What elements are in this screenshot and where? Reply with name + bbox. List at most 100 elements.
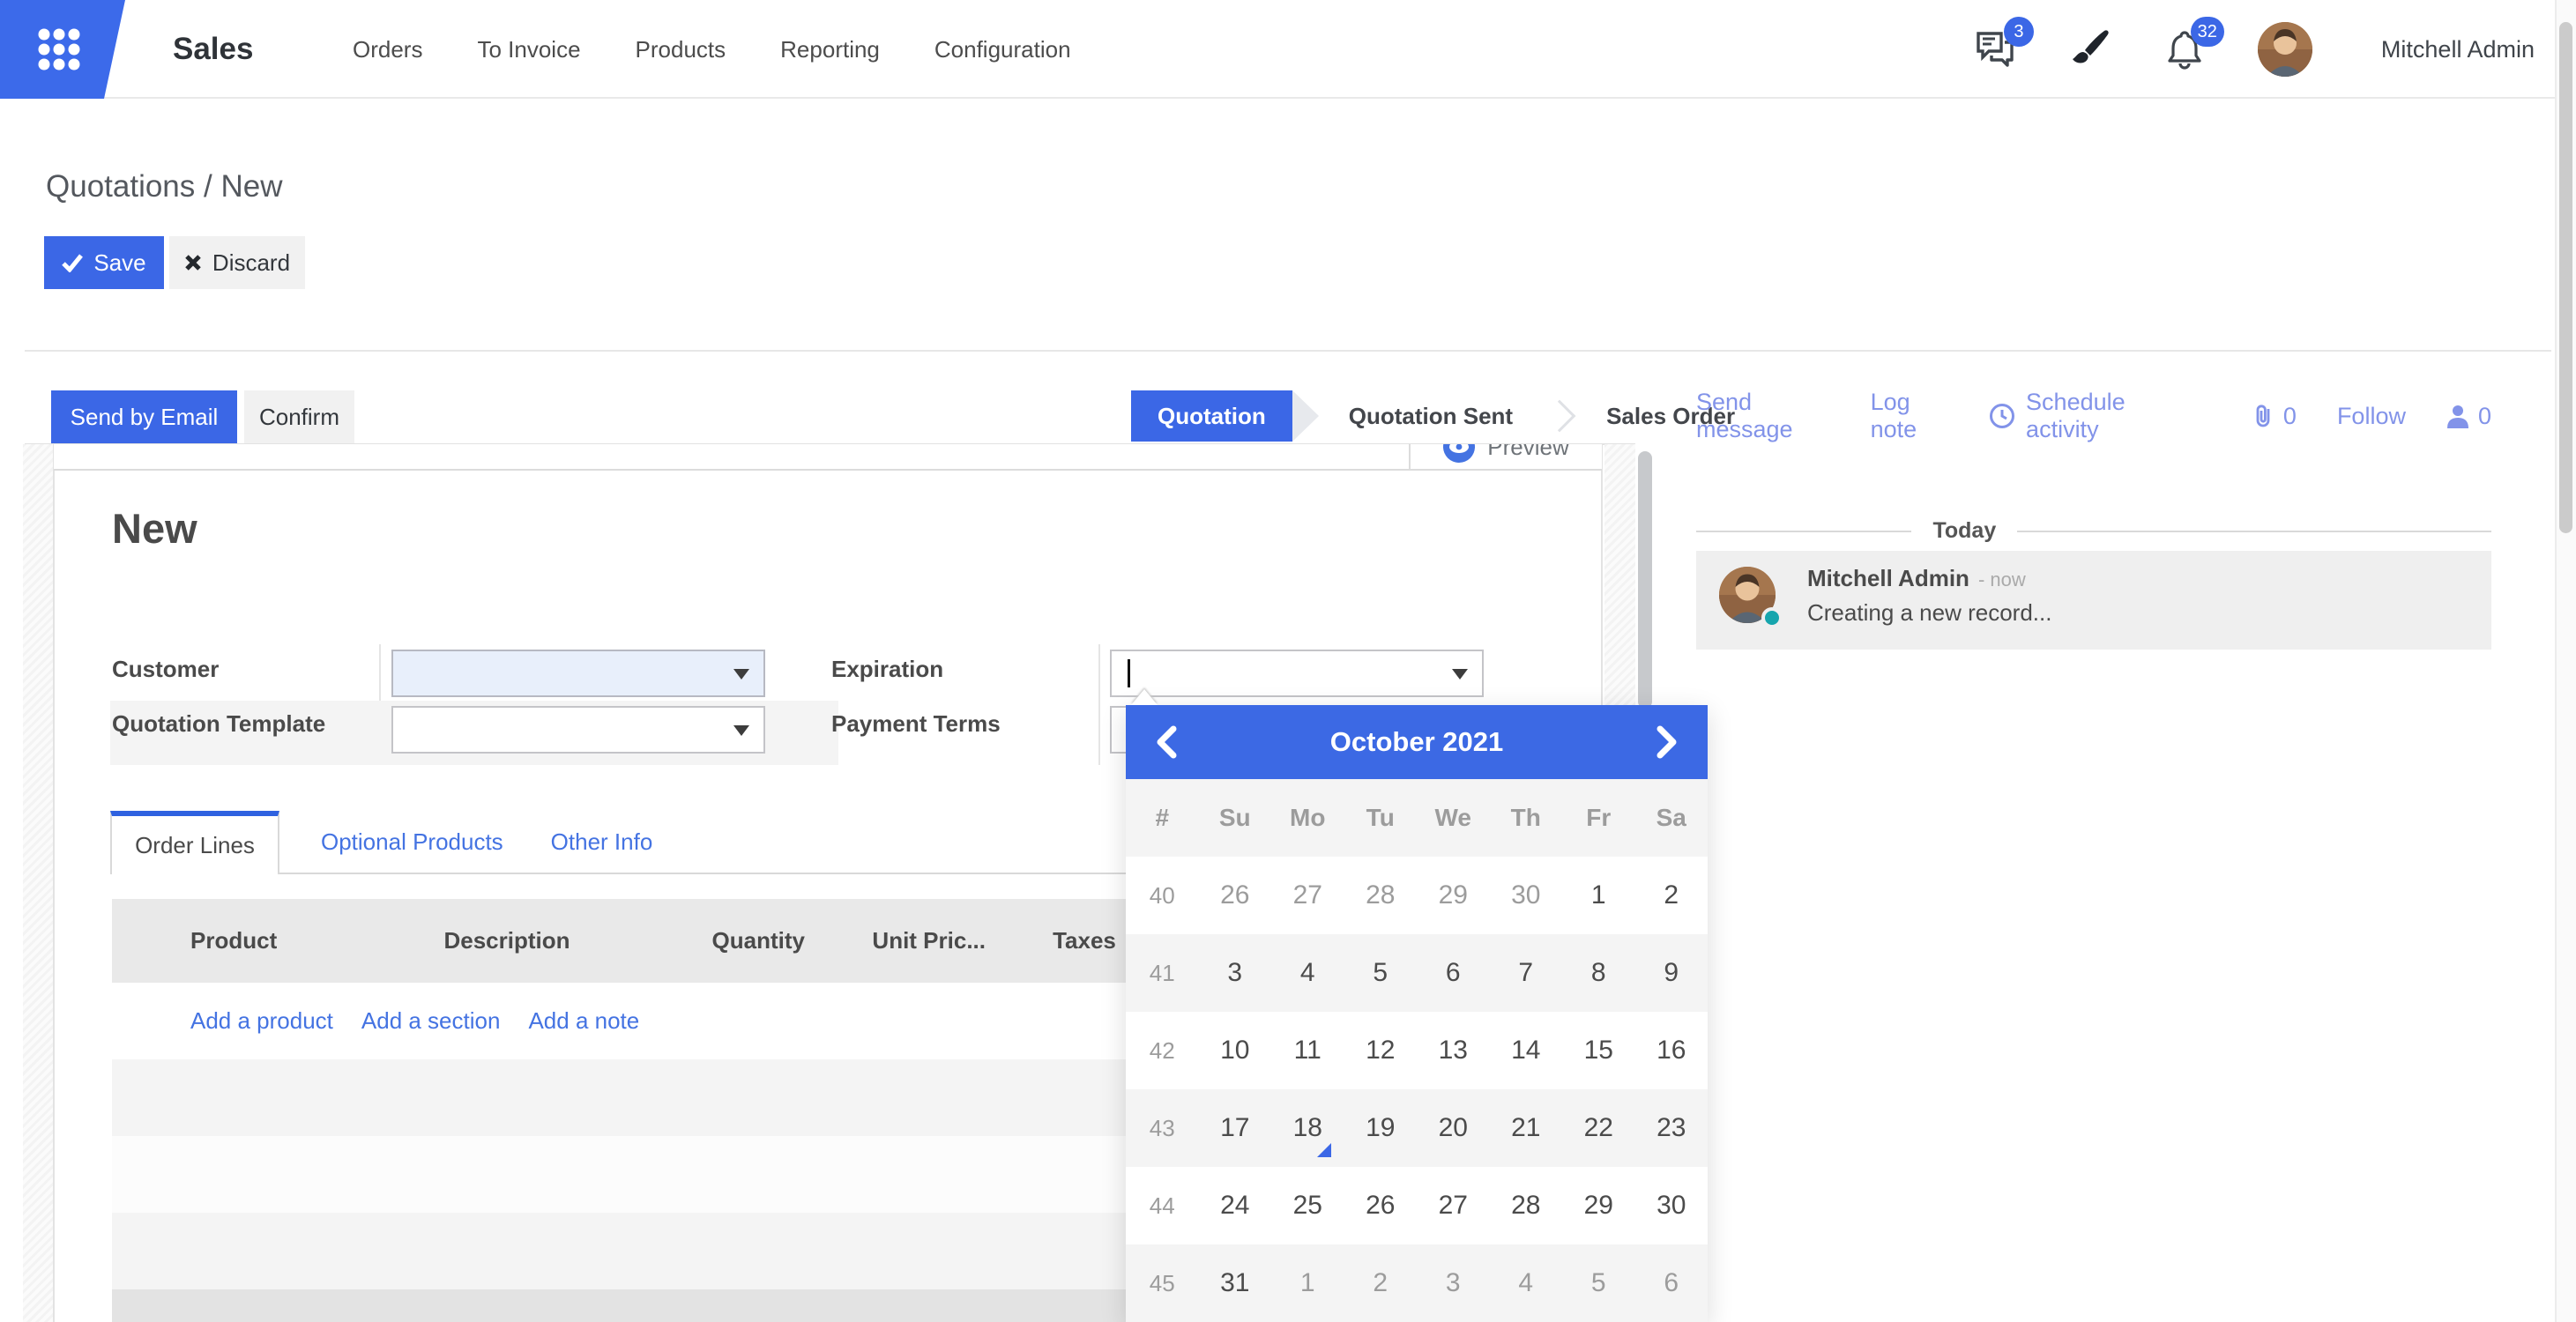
calendar-day[interactable]: 3 bbox=[1199, 934, 1272, 1012]
follow-button[interactable]: Follow bbox=[2337, 403, 2406, 430]
quotation-template-input[interactable] bbox=[391, 706, 765, 754]
calendar-day[interactable]: 2 bbox=[1635, 857, 1709, 934]
calendar-day[interactable]: 4 bbox=[1490, 1244, 1563, 1322]
discard-button[interactable]: Discard bbox=[169, 236, 305, 289]
messages-badge: 3 bbox=[2004, 17, 2034, 47]
preview-button[interactable]: Preview bbox=[1487, 444, 1568, 461]
calendar-day[interactable]: 6 bbox=[1635, 1244, 1709, 1322]
calendar-day[interactable]: 27 bbox=[1271, 857, 1344, 934]
calendar-day[interactable]: 7 bbox=[1490, 934, 1563, 1012]
log-note-button[interactable]: Log note bbox=[1871, 389, 1948, 443]
theme-brush-button[interactable] bbox=[2067, 27, 2111, 71]
calendar-day[interactable]: 12 bbox=[1344, 1012, 1418, 1089]
page-scrollbar-thumb[interactable] bbox=[2559, 22, 2572, 533]
menu-reporting[interactable]: Reporting bbox=[780, 36, 880, 63]
breadcrumb[interactable]: Quotations / New bbox=[46, 169, 282, 204]
activities-button[interactable]: 32 bbox=[2163, 27, 2207, 71]
datepicker-grid: 4026272829301241345678942101112131415164… bbox=[1126, 857, 1708, 1322]
column-unit-price[interactable]: Unit Pric... bbox=[829, 927, 1014, 954]
column-description[interactable]: Description bbox=[388, 927, 626, 954]
calendar-day[interactable]: 23 bbox=[1635, 1089, 1709, 1167]
calendar-day[interactable]: 22 bbox=[1562, 1089, 1635, 1167]
followers-button[interactable]: 0 bbox=[2446, 403, 2491, 430]
chatter-panel: Send message Log note Schedule activity … bbox=[1664, 370, 2555, 1322]
week-number: 44 bbox=[1126, 1192, 1199, 1220]
calendar-day[interactable]: 30 bbox=[1490, 857, 1563, 934]
send-message-button[interactable]: Send message bbox=[1696, 389, 1830, 443]
calendar-day[interactable]: 4 bbox=[1271, 934, 1344, 1012]
tab-order-lines[interactable]: Order Lines bbox=[110, 811, 279, 874]
calendar-day[interactable]: 19 bbox=[1344, 1089, 1418, 1167]
dow-sa: Sa bbox=[1635, 804, 1709, 832]
add-a-section-link[interactable]: Add a section bbox=[361, 1007, 501, 1035]
calendar-day[interactable]: 5 bbox=[1562, 1244, 1635, 1322]
calendar-day[interactable]: 24 bbox=[1199, 1167, 1272, 1244]
apps-menu-button[interactable] bbox=[0, 0, 125, 99]
message-author[interactable]: Mitchell Admin bbox=[1807, 565, 1969, 591]
calendar-day[interactable]: 26 bbox=[1199, 857, 1272, 934]
expiration-input[interactable] bbox=[1110, 650, 1484, 697]
stage-quotation-sent[interactable]: Quotation Sent bbox=[1319, 390, 1543, 442]
menu-to-invoice[interactable]: To Invoice bbox=[477, 36, 580, 63]
page-scrollbar-track[interactable] bbox=[2555, 0, 2576, 1322]
field-separator bbox=[1098, 644, 1100, 765]
tab-optional-products[interactable]: Optional Products bbox=[297, 828, 527, 856]
menu-orders[interactable]: Orders bbox=[353, 36, 422, 63]
next-month-button[interactable] bbox=[1628, 725, 1708, 759]
calendar-day[interactable]: 25 bbox=[1271, 1167, 1344, 1244]
calendar-day[interactable]: 14 bbox=[1490, 1012, 1563, 1089]
apps-grid-icon bbox=[35, 26, 83, 73]
column-product[interactable]: Product bbox=[168, 927, 388, 954]
calendar-day[interactable]: 28 bbox=[1490, 1167, 1563, 1244]
messages-button[interactable]: 3 bbox=[1972, 27, 2016, 71]
calendar-day-today[interactable]: 18 bbox=[1271, 1089, 1344, 1167]
user-avatar[interactable] bbox=[2258, 22, 2312, 77]
schedule-activity-button[interactable]: Schedule activity bbox=[1989, 389, 2170, 443]
attachments-button[interactable]: 0 bbox=[2252, 403, 2297, 430]
tab-other-info[interactable]: Other Info bbox=[527, 828, 677, 856]
prev-month-button[interactable] bbox=[1126, 725, 1205, 759]
calendar-day[interactable]: 1 bbox=[1271, 1244, 1344, 1322]
calendar-day[interactable]: 28 bbox=[1344, 857, 1418, 934]
save-button[interactable]: Save bbox=[44, 236, 164, 289]
calendar-day[interactable]: 2 bbox=[1344, 1244, 1418, 1322]
calendar-day[interactable]: 31 bbox=[1199, 1244, 1272, 1322]
add-a-product-link[interactable]: Add a product bbox=[190, 1007, 333, 1035]
calendar-day[interactable]: 29 bbox=[1562, 1167, 1635, 1244]
confirm-button[interactable]: Confirm bbox=[244, 390, 354, 443]
month-year-label[interactable]: October 2021 bbox=[1205, 726, 1628, 758]
calendar-day[interactable]: 9 bbox=[1635, 934, 1709, 1012]
calendar-day[interactable]: 3 bbox=[1417, 1244, 1490, 1322]
calendar-day[interactable]: 16 bbox=[1635, 1012, 1709, 1089]
calendar-day[interactable]: 13 bbox=[1417, 1012, 1490, 1089]
calendar-day[interactable]: 10 bbox=[1199, 1012, 1272, 1089]
add-a-note-link[interactable]: Add a note bbox=[528, 1007, 639, 1035]
customer-input[interactable] bbox=[391, 650, 765, 697]
calendar-day[interactable]: 6 bbox=[1417, 934, 1490, 1012]
calendar-day[interactable]: 8 bbox=[1562, 934, 1635, 1012]
calendar-day[interactable]: 27 bbox=[1417, 1167, 1490, 1244]
menu-configuration[interactable]: Configuration bbox=[934, 36, 1071, 63]
calendar-day[interactable]: 17 bbox=[1199, 1089, 1272, 1167]
chevron-down-icon bbox=[733, 725, 749, 736]
calendar-day[interactable]: 15 bbox=[1562, 1012, 1635, 1089]
calendar-day[interactable]: 30 bbox=[1635, 1167, 1709, 1244]
user-name[interactable]: Mitchell Admin bbox=[2381, 36, 2535, 63]
sheet-scrollbar-thumb[interactable] bbox=[1638, 451, 1652, 709]
calendar-day[interactable]: 26 bbox=[1344, 1167, 1418, 1244]
calendar-day[interactable]: 29 bbox=[1417, 857, 1490, 934]
calendar-day[interactable]: 20 bbox=[1417, 1089, 1490, 1167]
send-by-email-button[interactable]: Send by Email bbox=[51, 390, 237, 443]
calendar-day[interactable]: 1 bbox=[1562, 857, 1635, 934]
calendar-week-row: 4531123456 bbox=[1126, 1244, 1708, 1322]
preview-row-left-cell bbox=[54, 444, 1411, 471]
calendar-week-row: 4317181920212223 bbox=[1126, 1089, 1708, 1167]
column-quantity[interactable]: Quantity bbox=[626, 927, 829, 954]
calendar-week-row: 4424252627282930 bbox=[1126, 1167, 1708, 1244]
menu-products[interactable]: Products bbox=[636, 36, 726, 63]
stage-quotation[interactable]: Quotation bbox=[1131, 390, 1292, 442]
calendar-day[interactable]: 21 bbox=[1490, 1089, 1563, 1167]
calendar-day[interactable]: 5 bbox=[1344, 934, 1418, 1012]
paintbrush-icon bbox=[2069, 29, 2110, 70]
calendar-day[interactable]: 11 bbox=[1271, 1012, 1344, 1089]
